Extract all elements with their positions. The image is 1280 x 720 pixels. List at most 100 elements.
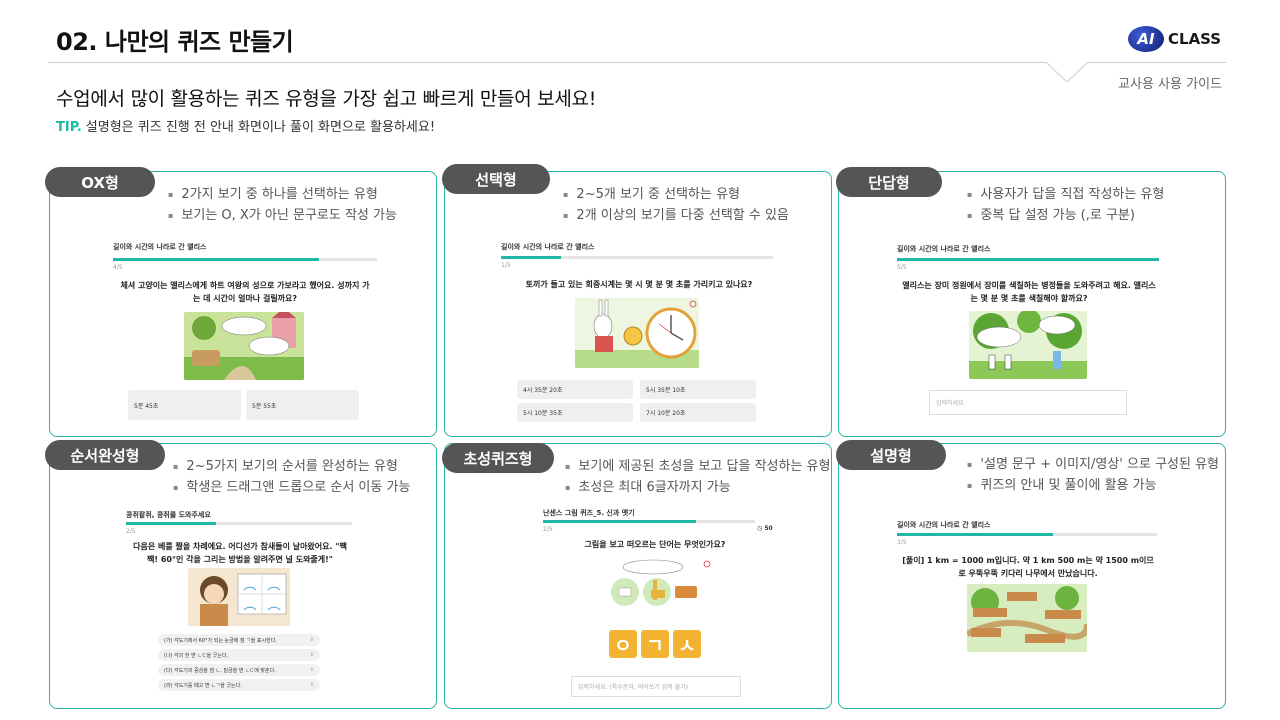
teacher-guide-label: 교사용 사용 가이드 [1118,77,1222,92]
drag-handle-icon: ⇕ [309,667,314,673]
explain-count: 3/5 [897,539,907,546]
class-logo-text: CLASS [1168,30,1222,48]
ox-quiz-title: 길이와 시간의 나라로 간 앨리스 [113,243,207,251]
choice-progress-fill [501,256,561,259]
page-title: 02. 나만의 퀴즈 만들기 [56,28,294,56]
pill-explain: 설명형 [836,440,946,470]
choice-option-1[interactable]: 4시 35분 20초 [517,380,633,399]
order-item-3-text: (다) 각도기의 중심을 점 ㄴ, 밑금을 변 ㄴㄷ에 맞춘다. [164,667,276,674]
explain-progress-fill [897,533,1053,536]
order-count: 2/5 [126,528,136,535]
ox-bullets: 2가지 보기 중 하나를 선택하는 유형 보기는 O, X가 아닌 문구로도 작… [168,184,397,226]
choice-bullets: 2~5개 보기 중 선택하는 유형 2개 이상의 보기를 다중 선택할 수 있음 [563,184,789,226]
card-order: 2~5가지 보기의 순서를 완성하는 유형 학생은 드래그앤 드롭으로 순서 이… [49,443,437,709]
pill-ox: OX형 [45,167,155,197]
choice-bullet-1: 2~5개 보기 중 선택하는 유형 [563,184,789,205]
ox-option-2[interactable]: 5분 55초 [246,390,359,420]
initial-tile-2: ㄱ [641,630,669,658]
choice-bullet-2: 2개 이상의 보기를 다중 선택할 수 있음 [563,205,788,226]
order-progress-fill [126,522,217,525]
initial-progress-bar [543,520,755,523]
explain-quiz-title: 길이와 시간의 나라로 간 앨리스 [897,521,991,529]
pill-order: 순서완성형 [45,440,165,470]
explain-text: [풀이] 1 km = 1000 m입니다. 약 1 km 500 m는 약 1… [902,556,1154,578]
ox-option-1[interactable]: 5분 45초 [128,390,241,420]
short-question: 앨리스는 장미 정원에서 장미를 색칠하는 병정들을 도와주려고 해요. 앨리스… [902,281,1156,303]
choice-option-3[interactable]: 5시 10분 35초 [517,403,633,422]
order-item-2-text: (나) 각의 한 변 ㄴㄷ을 긋는다. [164,652,229,659]
short-progress-bar [897,258,1159,261]
ox-bullet-1: 2가지 보기 중 하나를 선택하는 유형 [168,184,397,205]
initial-quiz-title: 난센스 그림 퀴즈_5. 신과 옛기 [543,509,635,517]
choice-quiz-title: 길이와 시간의 나라로 간 앨리스 [501,243,595,251]
order-item-2[interactable]: (나) 각의 한 변 ㄴㄷ을 긋는다. ⇕ [158,649,320,661]
ox-question: 체셔 고양이는 앨리스에게 하트 여왕의 성으로 가보라고 했어요. 성까지 가… [120,281,370,303]
ox-count: 4/5 [113,264,123,271]
tip-text: 설명형은 퀴즈 진행 전 안내 화면이나 풀이 화면으로 활용하세요! [85,120,436,135]
short-answer-input[interactable]: 입력하세요. [929,390,1127,415]
order-progress-bar [126,522,352,525]
ox-progress-fill [113,258,319,261]
choice-option-2[interactable]: 5시 35분 10초 [640,380,756,399]
drag-handle-icon: ⇕ [309,637,314,643]
initial-answer-input[interactable]: 입력하세요. (특수문자, 띄어쓰기 입력 불가) [571,676,741,697]
explain-illustration [967,584,1087,652]
order-item-1-text: (가) 각도기에서 60°가 되는 눈금에 점 ㄱ을 표시한다. [164,637,277,644]
short-quiz-title: 길이와 시간의 나라로 간 앨리스 [897,245,991,253]
initial-bullets: 보기에 제공된 초성을 보고 답을 작성하는 유형 초성은 최대 6글자까지 가… [565,456,830,498]
initial-tile-1: ㅇ [609,630,637,658]
short-progress-fill [897,258,1159,261]
initial-timer-value: 50 [764,525,773,532]
choice-count: 1/5 [501,262,511,269]
initial-timer: ◷ 50 [757,525,773,532]
choice-option-4[interactable]: 7시 10분 20초 [640,403,756,422]
order-item-4-text: (라) 각도기를 떼고 변 ㄴㄱ을 긋는다. [164,682,242,689]
order-item-3[interactable]: (다) 각도기의 중심을 점 ㄴ, 밑금을 변 ㄴㄷ에 맞춘다. ⇕ [158,664,320,676]
page-subtitle: 수업에서 많이 활용하는 퀴즈 유형을 가장 쉽고 빠르게 만들어 보세요! [56,88,597,110]
pill-choice: 선택형 [442,164,550,194]
short-bullet-1: 사용자가 답을 직접 작성하는 유형 [967,184,1164,205]
ox-illustration [184,312,304,380]
ox-progress-bar [113,258,377,261]
order-bullet-1: 2~5가지 보기의 순서를 완성하는 유형 [173,456,410,477]
ox-bullet-2: 보기는 O, X가 아닌 문구로도 작성 가능 [168,205,397,226]
order-question: 다음은 베를 짤을 차례에요. 어디선가 참새들이 날아왔어요. "짹짹! 60… [133,542,347,564]
initial-illustration [609,558,713,610]
drag-handle-icon: ⇕ [309,682,314,688]
order-bullets: 2~5가지 보기의 순서를 완성하는 유형 학생은 드래그앤 드롭으로 순서 이… [173,456,410,498]
explain-bullet-1: '설명 문구 + 이미지/영상' 으로 구성된 유형 [967,454,1219,475]
ai-class-logo: AI CLASS [1128,26,1221,52]
order-illustration [188,568,290,626]
timer-icon: ◷ [757,525,763,532]
initial-bullet-1: 보기에 제공된 초성을 보고 답을 작성하는 유형 [565,456,830,477]
tip-line: TIP. 설명형은 퀴즈 진행 전 안내 화면이나 풀이 화면으로 활용하세요! [56,116,435,135]
short-bullets: 사용자가 답을 직접 작성하는 유형 중복 답 설정 가능 (,로 구분) [967,184,1164,226]
header-notch [1046,62,1088,83]
card-choice: 2~5개 보기 중 선택하는 유형 2개 이상의 보기를 다중 선택할 수 있음… [444,171,832,437]
tip-label: TIP. [56,120,82,135]
card-ox: 2가지 보기 중 하나를 선택하는 유형 보기는 O, X가 아닌 문구로도 작… [49,171,437,437]
order-quiz-title: 콩쥐팥쥐, 콩쥐를 도와주세요 [126,511,211,519]
initial-count: 2/5 [543,526,553,533]
drag-handle-icon: ⇕ [309,652,314,658]
pill-short: 단답형 [836,167,942,197]
choice-question: 토끼가 들고 있는 회중시계는 몇 시 몇 분 몇 초를 가리키고 있나요? [525,280,753,289]
short-bullet-2: 중복 답 설정 가능 (,로 구분) [967,205,1164,226]
order-item-1[interactable]: (가) 각도기에서 60°가 되는 눈금에 점 ㄱ을 표시한다. ⇕ [158,634,320,646]
card-initial: 보기에 제공된 초성을 보고 답을 작성하는 유형 초성은 최대 6글자까지 가… [444,443,832,709]
order-item-4[interactable]: (라) 각도기를 떼고 변 ㄴㄱ을 긋는다. ⇕ [158,679,320,691]
short-illustration [969,311,1087,379]
initial-bullet-2: 초성은 최대 6글자까지 가능 [565,477,830,498]
card-explain: '설명 문구 + 이미지/영상' 으로 구성된 유형 퀴즈의 안내 및 풀이에 … [838,443,1226,709]
initial-tile-3: ㅅ [673,630,701,658]
card-short: 사용자가 답을 직접 작성하는 유형 중복 답 설정 가능 (,로 구분) 길이… [838,171,1226,437]
explain-bullets: '설명 문구 + 이미지/영상' 으로 구성된 유형 퀴즈의 안내 및 풀이에 … [967,454,1219,496]
explain-bullet-2: 퀴즈의 안내 및 풀이에 활용 가능 [967,475,1219,496]
explain-progress-bar [897,533,1157,536]
choice-progress-bar [501,256,773,259]
order-bullet-2: 학생은 드래그앤 드롭으로 순서 이동 가능 [173,477,410,498]
ai-logo-badge: AI [1128,26,1164,52]
short-count: 5/5 [897,264,907,271]
initial-progress-fill [543,520,696,523]
initial-question: 그림을 보고 떠오르는 단어는 무엇인가요? [584,540,726,549]
